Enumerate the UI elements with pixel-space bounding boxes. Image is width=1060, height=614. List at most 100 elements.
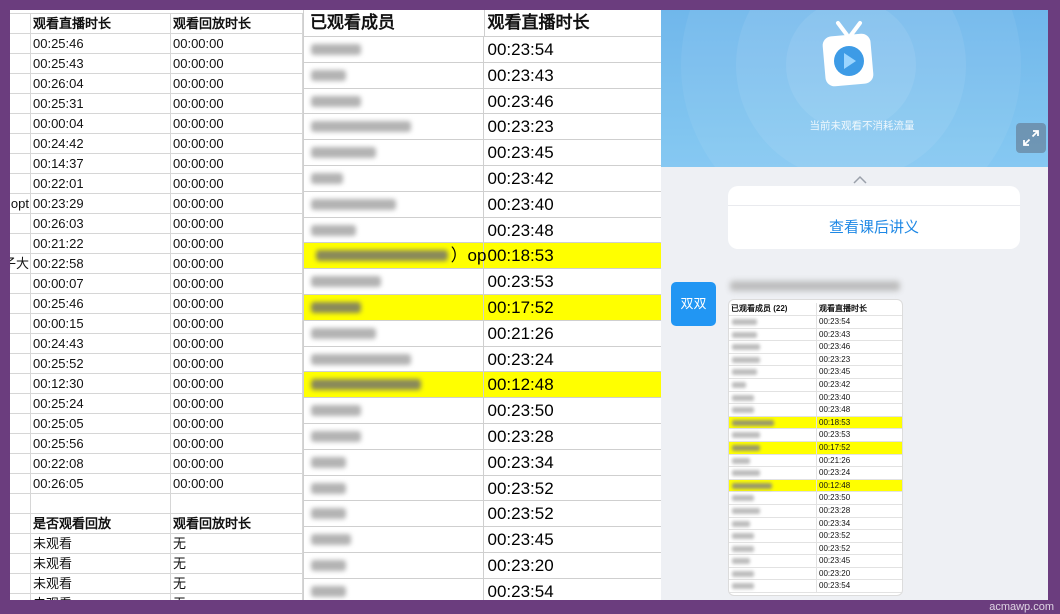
table-row: 00:21:26: [729, 454, 902, 468]
live-duration-cell: 00:23:52: [816, 530, 902, 542]
replay-duration-cell: 00:00:00: [170, 354, 303, 373]
replay-duration-cell: 00:00:00: [170, 54, 303, 73]
replay-duration-cell: 00:00:00: [170, 134, 303, 153]
row-edge-label: [10, 234, 30, 253]
member-name-cell: [304, 114, 483, 139]
row-edge-label: [10, 294, 30, 313]
member-name-cell: [304, 63, 483, 88]
fullscreen-expand-icon[interactable]: [1016, 123, 1046, 153]
member-name-cell: [729, 568, 816, 580]
live-duration-cell: 00:23:29: [30, 194, 170, 213]
replay-duration-cell: 00:00:00: [170, 114, 303, 133]
row-edge-label: [10, 154, 30, 173]
column-header-watched-members: 已观看成员: [310, 13, 395, 33]
live-duration-cell: 00:24:42: [30, 134, 170, 153]
table-row: 00:23:28: [304, 423, 661, 450]
table-row: 00:25:52 00:00:00: [10, 354, 303, 374]
live-duration-cell: 00:23:45: [483, 527, 661, 552]
replay-duration-cell: 00:00:00: [170, 374, 303, 393]
live-duration-cell: 00:23:43: [816, 328, 902, 341]
live-duration-cell: 00:23:50: [483, 398, 661, 423]
table-row: 00:17:52: [304, 294, 661, 321]
empty-row: [10, 494, 303, 514]
live-duration-cell: 00:00:15: [30, 314, 170, 333]
replay-duration-cell: 00:00:00: [170, 314, 303, 333]
replay-duration-cell: 00:00:00: [170, 34, 303, 53]
member-name-cell: [304, 269, 483, 294]
table-row: 00:23:52: [304, 501, 661, 528]
blurred-name: [316, 250, 448, 262]
row-edge-label: [10, 414, 30, 433]
replay-duration-cell: 无: [170, 594, 303, 600]
watermark: acmawp.com: [989, 601, 1054, 613]
member-name-cell: [729, 455, 816, 467]
course-app-screen: 当前未观看不消耗流量 查看课后讲义 双双 已观看成员 (22) 观看直播时长 0…: [661, 10, 1048, 600]
table-row: 00:24:43 00:00:00: [10, 334, 303, 354]
row-edge-label: opt: [10, 196, 29, 211]
live-duration-cell: 00:25:24: [30, 394, 170, 413]
member-name-cell: [729, 480, 816, 492]
row-edge-label: [10, 314, 30, 333]
live-duration-cell: 00:23:48: [483, 217, 661, 243]
blurred-name: [311, 224, 356, 236]
view-handout-button[interactable]: 查看课后讲义: [728, 206, 1020, 249]
member-name-cell: [304, 450, 483, 475]
live-duration-cell: 00:23:54: [483, 37, 661, 62]
live-duration-cell: 00:12:48: [816, 479, 902, 492]
row-edge-label: [10, 274, 30, 293]
live-duration-cell: 00:17:52: [483, 294, 661, 320]
table-row: 00:14:37 00:00:00: [10, 154, 303, 174]
row-edge-label: [10, 514, 30, 533]
column-header-replay-duration: 观看回放时长: [170, 14, 303, 33]
name-suffix: ）op: [450, 246, 487, 266]
replay-duration-cell: 00:00:00: [170, 254, 303, 273]
blurred-name: [311, 559, 346, 571]
table-row: 00:25:05 00:00:00: [10, 414, 303, 434]
row-edge-label: [10, 214, 30, 233]
member-name-cell: [304, 166, 483, 191]
table-row: 00:00:04 00:00:00: [10, 114, 303, 134]
live-duration-cell: 00:17:52: [816, 441, 902, 454]
live-duration-cell: 00:14:37: [30, 154, 170, 173]
live-duration-cell: 00:21:26: [483, 320, 661, 346]
member-name-cell: [304, 527, 483, 552]
live-duration-cell: 00:25:31: [30, 94, 170, 113]
live-duration-cell: 00:23:34: [483, 449, 661, 475]
video-player[interactable]: 当前未观看不消耗流量: [661, 10, 1048, 167]
live-duration-cell: 00:23:45: [483, 140, 661, 165]
replay-rows: 未观看无未观看无未观看无未观看无: [10, 534, 303, 600]
chevron-up-icon[interactable]: [852, 172, 868, 184]
table-header-row: 已观看成员 观看直播时长: [304, 10, 661, 37]
duration-table: 观看直播时长 观看回放时长 00:25:46 00:00:00 00:25:43 00…: [10, 13, 303, 600]
avatar[interactable]: 双双: [671, 282, 716, 326]
live-duration-cell: 00:23:52: [816, 542, 902, 555]
column-header-live-duration: 观看直播时长: [483, 10, 662, 36]
avatar-label: 双双: [680, 296, 707, 311]
blurred-name: [311, 95, 361, 107]
message-image[interactable]: 已观看成员 (22) 观看直播时长 00:23:54 00:23:43 00:23:…: [728, 299, 903, 596]
table-row: 00:22:01 00:00:00: [10, 174, 303, 194]
live-duration-cell: 00:23:23: [483, 114, 661, 140]
blurred-name: [732, 507, 760, 514]
live-duration-cell: 00:23:24: [483, 346, 661, 372]
table-row: 00:23:23: [729, 353, 902, 367]
live-duration-cell: 00:23:40: [483, 191, 661, 217]
row-edge-label: [10, 334, 30, 353]
replay-duration-cell: 无: [170, 534, 303, 553]
member-name-cell: [304, 476, 483, 501]
blurred-name: [311, 508, 346, 520]
table-row: 00:23:48: [304, 217, 661, 244]
replay-duration-cell: 00:00:00: [170, 274, 303, 293]
member-name-cell: [729, 555, 816, 567]
member-name-cell: [304, 553, 483, 578]
blurred-name: [311, 430, 361, 442]
blurred-name: [311, 534, 351, 546]
live-duration-cell: 00:23:23: [816, 353, 902, 366]
live-duration-cell: 00:22:08: [30, 454, 170, 473]
tv-play-icon[interactable]: [818, 20, 878, 90]
blurred-name: [732, 482, 772, 489]
row-edge-label: [10, 354, 30, 373]
table-row: 00:25:24 00:00:00: [10, 394, 303, 414]
member-name-cell: [304, 398, 483, 423]
blurred-name: [311, 353, 411, 365]
